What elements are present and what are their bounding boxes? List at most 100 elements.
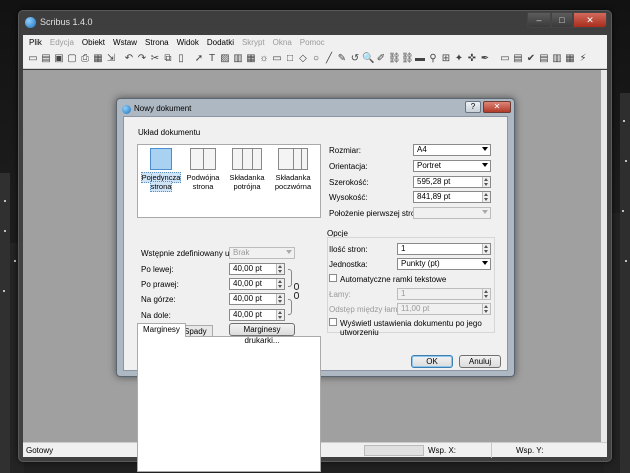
menu-edycja[interactable]: Edycja: [50, 38, 74, 47]
chevron-down-icon: [482, 147, 488, 151]
pdf-listbox-icon[interactable]: ▥: [551, 52, 563, 65]
top-margin-spinbox[interactable]: 40,00 pt: [229, 293, 285, 305]
copy-icon[interactable]: ⧉: [162, 52, 174, 65]
layout-single-page[interactable]: Pojedyncza strona: [140, 148, 182, 216]
edit-text-icon[interactable]: 🔍: [362, 52, 374, 65]
close-button[interactable]: ✕: [573, 12, 607, 28]
pdf-text-annotation-icon[interactable]: ▦: [564, 52, 576, 65]
menu-skrypt[interactable]: Skrypt: [242, 38, 265, 47]
auto-frames-checkbox[interactable]: [329, 274, 337, 282]
pdf-export-icon[interactable]: ⇲: [105, 52, 117, 65]
menu-pomoc[interactable]: Pomoc: [300, 38, 325, 47]
eyedropper-icon[interactable]: ⚲: [427, 52, 439, 65]
paste-icon[interactable]: ▯: [175, 52, 187, 65]
printer-margins-button[interactable]: Marginesy drukarki...: [229, 323, 295, 345]
minimize-button[interactable]: –: [527, 12, 551, 28]
gap-spinbox[interactable]: 11,00 pt: [397, 303, 491, 315]
save-icon[interactable]: ▣: [53, 52, 65, 65]
spin-arrows-icon[interactable]: [482, 304, 490, 314]
print-icon[interactable]: ⎙: [79, 52, 91, 65]
pdf-tools-icon[interactable]: ✦: [453, 52, 465, 65]
copy-properties-icon[interactable]: ▬: [414, 52, 426, 65]
freehand-icon[interactable]: ○: [310, 52, 322, 65]
unlink-frames-icon[interactable]: ⛓: [388, 52, 401, 65]
spin-arrows-icon[interactable]: [276, 279, 284, 289]
pdf-combobox-icon[interactable]: ▤: [538, 52, 550, 65]
menu-wstaw[interactable]: Wstaw: [113, 38, 137, 47]
layout-4-fold[interactable]: Składanka poczwórna: [272, 148, 314, 216]
ok-button[interactable]: OK: [411, 355, 453, 368]
render-frame-icon[interactable]: ▥: [232, 52, 244, 65]
right-margin-label: Po prawej:: [141, 280, 179, 289]
layout-label-line1: Składanka: [229, 173, 265, 182]
menu-obiekt[interactable]: Obiekt: [82, 38, 105, 47]
shape-icon[interactable]: ☼: [258, 52, 270, 65]
height-spinbox[interactable]: 841,89 pt: [413, 191, 491, 203]
dialog-close-button[interactable]: ✕: [483, 101, 511, 113]
width-spinbox[interactable]: 595,28 pt: [413, 176, 491, 188]
unit-select[interactable]: Punkty (pt): [397, 258, 491, 270]
pdf-button-icon[interactable]: ▭: [499, 52, 511, 65]
pen-icon[interactable]: ✒: [479, 52, 491, 65]
menu-okna[interactable]: Okna: [273, 38, 292, 47]
link-frames-icon[interactable]: ✐: [375, 52, 387, 65]
auto-frames-label: Automatyczne ramki tekstowe: [340, 275, 447, 284]
bottom-margin-spinbox[interactable]: 40,00 pt: [229, 309, 285, 321]
spin-arrows-icon[interactable]: [482, 177, 490, 187]
size-select[interactable]: A4: [413, 144, 491, 156]
measure-2-icon[interactable]: ⊞: [440, 52, 452, 65]
text-frame-icon[interactable]: T: [206, 52, 218, 65]
bezier-icon[interactable]: ◇: [297, 52, 309, 65]
table-icon[interactable]: ▦: [245, 52, 257, 65]
right-margin-spinbox[interactable]: 40,00 pt: [229, 278, 285, 290]
spin-arrows-icon[interactable]: [482, 192, 490, 202]
polygon-icon[interactable]: ▭: [271, 52, 283, 65]
chain-link-icon[interactable]: [294, 283, 300, 313]
cut-icon[interactable]: ✂: [149, 52, 161, 65]
menu-widok[interactable]: Widok: [177, 38, 199, 47]
title-bar[interactable]: Scribus 1.4.0 – □ ✕: [19, 11, 611, 35]
redo-icon[interactable]: ↷: [136, 52, 148, 65]
width-label: Szerokość:: [329, 178, 369, 187]
measure-icon[interactable]: ⛓: [401, 52, 414, 65]
spin-arrows-icon[interactable]: [482, 289, 490, 299]
rotate-icon[interactable]: ╱: [323, 52, 335, 65]
vertical-scrollbar[interactable]: [601, 70, 607, 443]
spin-arrows-icon[interactable]: [276, 310, 284, 320]
open-icon[interactable]: ▤: [40, 52, 52, 65]
edit-contents-icon[interactable]: ↺: [349, 52, 361, 65]
menu-dodatki[interactable]: Dodatki: [207, 38, 234, 47]
menu-plik[interactable]: Plik: [29, 38, 42, 47]
y-coordinate-label: Wsp. Y:: [516, 446, 544, 455]
preset-select[interactable]: Brak: [229, 247, 295, 259]
tab-marginesy[interactable]: Marginesy: [137, 323, 186, 337]
crosshair-icon[interactable]: ✜: [466, 52, 478, 65]
image-frame-icon[interactable]: ▨: [219, 52, 231, 65]
close-document-icon[interactable]: ▢: [66, 52, 78, 65]
select-icon[interactable]: ➚: [193, 52, 205, 65]
show-settings-label: Wyświetl ustawienia dokumentu po jego ut…: [340, 319, 482, 337]
layout-facing-pages[interactable]: Podwójna strona: [182, 148, 224, 216]
help-button[interactable]: ?: [465, 101, 481, 113]
pages-spinbox[interactable]: 1: [397, 243, 491, 255]
zoom-icon[interactable]: ✎: [336, 52, 348, 65]
spin-arrows-icon[interactable]: [276, 294, 284, 304]
cancel-button[interactable]: Anuluj: [459, 355, 501, 368]
columns-spinbox[interactable]: 1: [397, 288, 491, 300]
maximize-button[interactable]: □: [551, 12, 573, 28]
spin-arrows-icon[interactable]: [482, 244, 490, 254]
undo-icon[interactable]: ↶: [123, 52, 135, 65]
left-margin-spinbox[interactable]: 40,00 pt: [229, 263, 285, 275]
spin-arrows-icon[interactable]: [276, 264, 284, 274]
pdf-link-icon[interactable]: ⚡: [577, 52, 589, 65]
new-document-icon[interactable]: ▭: [27, 52, 39, 65]
first-page-select[interactable]: [413, 207, 491, 219]
preflight-icon[interactable]: ▦: [92, 52, 104, 65]
pdf-checkbox-icon[interactable]: ✔: [525, 52, 537, 65]
layout-3-fold[interactable]: Składanka potrójna: [226, 148, 268, 216]
menu-strona[interactable]: Strona: [145, 38, 169, 47]
pdf-textfield-icon[interactable]: ▤: [512, 52, 524, 65]
line-icon[interactable]: □: [284, 52, 296, 65]
orientation-select[interactable]: Portret: [413, 160, 491, 172]
show-settings-checkbox[interactable]: [329, 318, 337, 326]
